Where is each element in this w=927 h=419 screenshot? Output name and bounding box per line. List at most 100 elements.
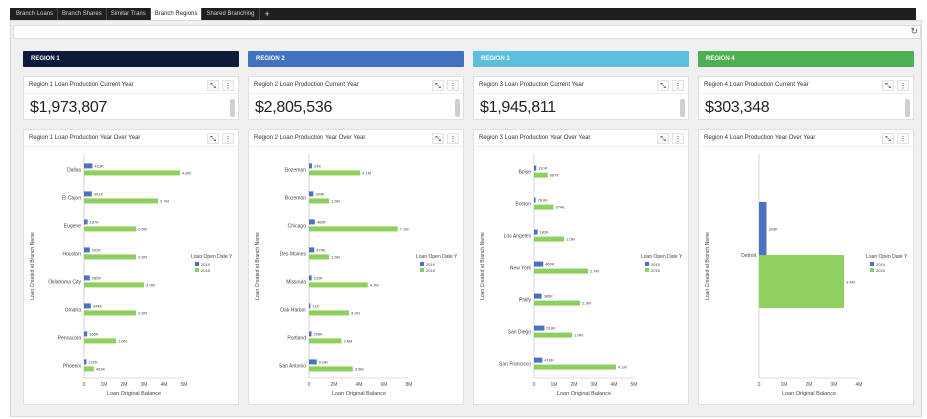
scrollbar[interactable] — [680, 99, 685, 117]
dashboard-tab-bar: Branch Loans Branch Shares Similar Trans… — [10, 8, 916, 20]
expand-icon[interactable]: ⤡ — [207, 133, 219, 144]
region-2-bar-chart: Bozeman 24K 4.1M Bozeman 353K 1.6M Chicago 466K… — [255, 154, 458, 397]
bar-2018 — [309, 170, 361, 176]
bar-2019 — [534, 165, 537, 171]
data-label-2018: 1.6M — [118, 338, 127, 343]
bar-2019 — [84, 359, 87, 365]
more-menu-icon[interactable]: ⋮ — [897, 80, 909, 91]
expand-icon[interactable]: ⤡ — [432, 80, 444, 91]
bar-2018 — [84, 254, 136, 260]
bar-2019 — [309, 303, 311, 309]
tab-branch-shares[interactable]: Branch Shares — [58, 8, 107, 20]
legend-label-2019: 2019 — [651, 262, 661, 267]
category-label: Chicago — [288, 223, 307, 229]
scrollbar[interactable] — [905, 99, 910, 117]
expand-icon[interactable]: ⤡ — [882, 133, 894, 144]
bar-2019 — [84, 247, 90, 253]
tab-branch-loans[interactable]: Branch Loans — [12, 8, 59, 20]
more-menu-icon[interactable]: ⋮ — [672, 133, 684, 144]
category-label: Philly — [519, 298, 531, 304]
data-label-2019: 285K — [92, 275, 102, 280]
refresh-icon[interactable]: ↻ — [910, 26, 918, 37]
category-label: Houston — [62, 251, 81, 257]
region-1-column: REGION 1 Region 1 Loan Production Curren… — [23, 51, 239, 405]
bar-2019 — [534, 229, 538, 235]
legend-swatch-2019 — [645, 262, 649, 266]
more-menu-icon[interactable]: ⋮ — [897, 133, 909, 144]
data-label-2019: 183K — [540, 230, 550, 235]
more-menu-icon[interactable]: ⋮ — [222, 80, 234, 91]
scrollbar[interactable] — [455, 99, 460, 117]
kpi-value: $1,973,807 — [30, 99, 108, 116]
region-4-chart-card: Region 4 Loan Production Year Over Year … — [698, 129, 914, 405]
expand-icon[interactable]: ⤡ — [207, 80, 219, 91]
more-menu-icon[interactable]: ⋮ — [672, 80, 684, 91]
expand-icon[interactable]: ⤡ — [882, 80, 894, 91]
category-label: Dallas — [67, 167, 81, 173]
legend-label-2019: 2019 — [201, 262, 211, 267]
legend-label-2019: 2019 — [426, 262, 436, 267]
region-1-chart-card: Region 1 Loan Production Year Over Year … — [23, 129, 239, 405]
category-label: Bozeman — [285, 195, 306, 201]
region-1-bar-chart: Dallas 423K 4.8M El Cajon 391K 3.7M Eugene 187K… — [30, 154, 233, 397]
tab-similar-trans[interactable]: Similar Trans — [107, 8, 151, 20]
data-label-2018: 2.3M — [582, 301, 591, 306]
tab-shared-branching[interactable]: Shared Branching — [202, 8, 260, 20]
data-label-2018: 1.9M — [574, 333, 583, 338]
kpi-value: $2,805,536 — [255, 99, 333, 116]
bar-2019 — [534, 261, 544, 267]
more-menu-icon[interactable]: ⋮ — [222, 133, 234, 144]
legend-title: Loan Open Date Y — [866, 254, 908, 260]
x-tick-label: 8M — [406, 382, 413, 388]
bar-2018 — [309, 226, 398, 232]
bar-2018 — [309, 282, 368, 288]
x-tick-label: 4M — [161, 382, 168, 388]
expand-icon[interactable]: ⤡ — [432, 133, 444, 144]
region-2-header: REGION 2 — [248, 51, 464, 67]
bar-2018 — [309, 310, 349, 316]
more-menu-icon[interactable]: ⋮ — [447, 80, 459, 91]
data-label-2018: 4.1M — [362, 170, 371, 175]
region-3-header: REGION 3 — [473, 51, 689, 67]
legend-swatch-2019 — [195, 262, 199, 266]
filter-bar[interactable]: ↻ — [13, 25, 921, 39]
legend-swatch-2019 — [420, 262, 424, 266]
data-label-2018: 4.7M — [370, 282, 379, 287]
data-label-2018: 2.6M — [138, 254, 147, 259]
legend-label-2019: 2019 — [876, 262, 886, 267]
x-tick-label: 2M — [571, 382, 578, 388]
data-label-2018: 7.1M — [400, 226, 409, 231]
x-tick-label: 4M — [356, 382, 363, 388]
bar-2019 — [309, 247, 315, 253]
category-label: Missoula — [286, 279, 306, 285]
category-label: San Francisco — [499, 362, 531, 368]
bar-2019 — [534, 197, 536, 203]
data-label-2019: 518K — [546, 326, 556, 331]
data-label-2018: 3.7M — [160, 198, 169, 203]
add-tab-button[interactable]: + — [260, 8, 275, 20]
x-tick-label: 0 — [83, 382, 86, 388]
x-tick-label: 6M — [381, 382, 388, 388]
region-4-header: REGION 4 — [698, 51, 914, 67]
bar-2018 — [84, 366, 94, 372]
x-tick-label: 0 — [308, 382, 311, 388]
more-menu-icon[interactable]: ⋮ — [447, 133, 459, 144]
tab-branch-regions[interactable]: Branch Regions — [150, 8, 203, 20]
bar-2019 — [309, 191, 314, 197]
bar-2019 — [534, 357, 543, 363]
bar-2019 — [309, 331, 312, 337]
kpi-value: $1,945,811 — [480, 99, 556, 116]
bar-2019 — [84, 163, 93, 169]
chart-card-title: Region 2 Loan Production Year Over Year — [249, 130, 463, 147]
category-label: Oklahoma City — [48, 279, 81, 285]
chart-card-title: Region 3 Loan Production Year Over Year — [474, 130, 688, 147]
region-3-column: REGION 3 Region 3 Loan Production Curren… — [473, 51, 689, 405]
category-label: Detroit — [741, 253, 756, 259]
app-window: Branch Loans Branch Shares Similar Trans… — [0, 0, 927, 419]
x-tick-label: 1M — [781, 382, 788, 388]
scrollbar[interactable] — [230, 99, 235, 117]
bar-2018 — [534, 204, 554, 210]
chart-card-title: Region 4 Loan Production Year Over Year — [699, 130, 913, 147]
expand-icon[interactable]: ⤡ — [657, 80, 669, 91]
expand-icon[interactable]: ⤡ — [657, 133, 669, 144]
